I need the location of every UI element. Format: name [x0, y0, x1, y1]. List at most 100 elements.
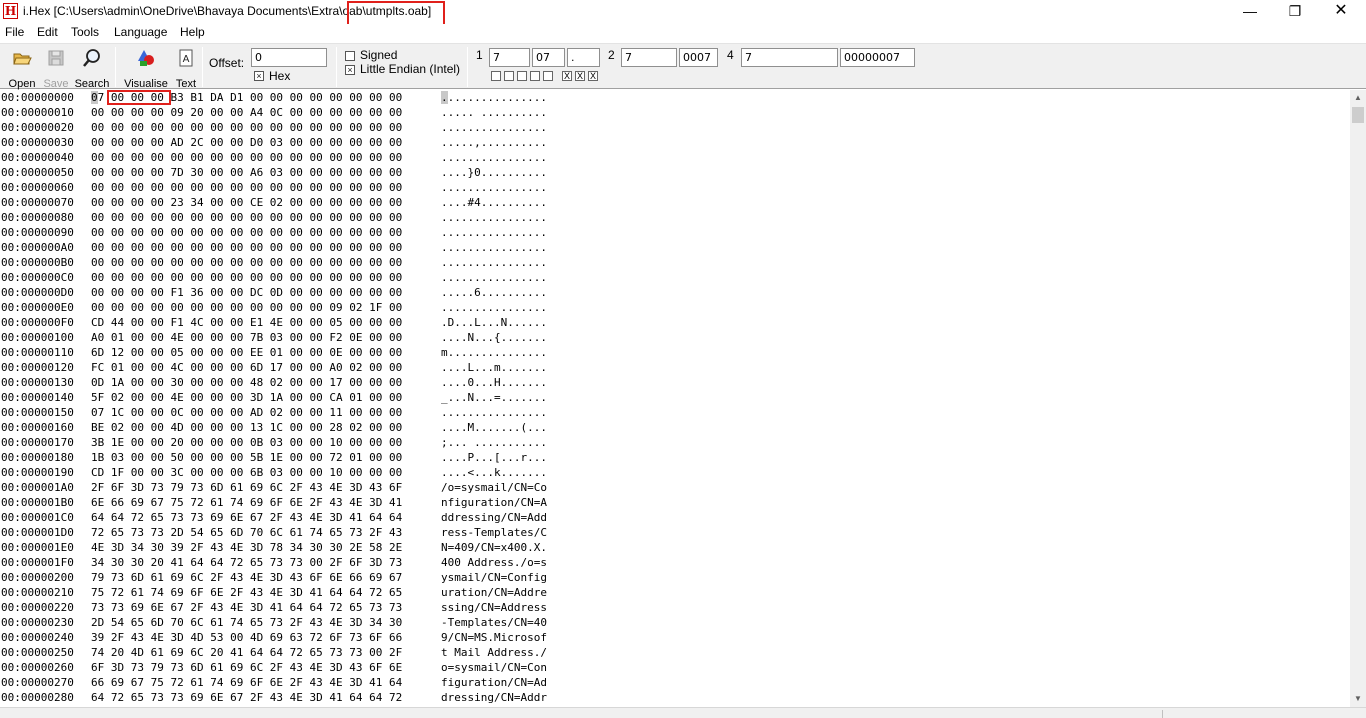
row-ascii: -Templates/CN=40 [441, 616, 547, 629]
row-ascii: ................ [441, 271, 547, 284]
toolbar-separator [115, 47, 116, 87]
app-icon: H [3, 3, 18, 19]
bit-checkbox[interactable] [530, 71, 540, 81]
row-address: 00:000001F0 [1, 556, 74, 569]
bit-checkbox[interactable]: X [588, 71, 598, 81]
visualise-label: Visualise [124, 78, 168, 90]
row-hex-bytes: 00 00 00 00 00 00 00 00 00 00 00 00 00 0… [91, 256, 403, 269]
row-hex-bytes: 79 73 6D 61 69 6C 2F 43 4E 3D 43 6F 6E 6… [91, 571, 403, 584]
row-ascii: ;... ........... [441, 436, 547, 449]
byte-char-field[interactable]: . [567, 48, 600, 67]
row-address: 00:00000240 [1, 631, 74, 644]
row-hex-bytes: 00 00 00 00 00 00 00 00 00 00 00 00 00 0… [91, 241, 403, 254]
scroll-down-icon[interactable]: ▼ [1350, 691, 1366, 707]
bit-checkbox[interactable] [491, 71, 501, 81]
row-address: 00:00000170 [1, 436, 74, 449]
row-hex-bytes: BE 02 00 00 4D 00 00 00 13 1C 00 00 28 0… [91, 421, 403, 434]
byte-size-label: 1 [476, 48, 483, 62]
menu-file[interactable]: File [5, 25, 24, 39]
word-size-label: 2 [608, 48, 615, 62]
menu-edit[interactable]: Edit [37, 25, 58, 39]
hex-checkbox[interactable]: × [254, 71, 264, 81]
row-ascii: .....,.......... [441, 136, 547, 149]
row-address: 00:00000280 [1, 691, 74, 704]
row-ascii: ssing/CN=Address [441, 601, 547, 614]
save-button[interactable]: Save [41, 46, 71, 90]
row-hex-bytes: 2F 6F 3D 73 79 73 6D 61 69 6C 2F 43 4E 3… [91, 481, 403, 494]
row-ascii: .....6.......... [441, 286, 547, 299]
byte-hex-field[interactable]: 07 [532, 48, 565, 67]
little-endian-checkbox[interactable]: × [345, 65, 355, 75]
bit-checkbox[interactable]: X [562, 71, 572, 81]
offset-label: Offset: [209, 56, 245, 70]
word-hex-field[interactable]: 0007 [679, 48, 718, 67]
menu-tools[interactable]: Tools [71, 25, 99, 39]
row-address: 00:000000B0 [1, 256, 74, 269]
bytes-highlight-box [107, 90, 171, 105]
bit-checkbox[interactable]: X [575, 71, 585, 81]
scroll-thumb[interactable] [1352, 107, 1364, 123]
row-address: 00:00000100 [1, 331, 74, 344]
text-button[interactable]: A Text [173, 46, 199, 90]
bit-checkbox[interactable] [504, 71, 514, 81]
offset-input[interactable]: 0 [251, 48, 327, 67]
bit-checkbox[interactable] [517, 71, 527, 81]
save-label: Save [43, 78, 69, 90]
row-hex-bytes: 00 00 00 00 F1 36 00 00 DC 0D 00 00 00 0… [91, 286, 403, 299]
row-hex-bytes: 6D 12 00 00 05 00 00 00 EE 01 00 00 0E 0… [91, 346, 403, 359]
row-ascii: ................ [441, 241, 547, 254]
row-hex-bytes: 34 30 30 20 41 64 64 72 65 73 73 00 2F 6… [91, 556, 403, 569]
row-ascii: ....#4.......... [441, 196, 547, 209]
vertical-scrollbar[interactable]: ▲ ▼ [1350, 90, 1366, 707]
row-ascii: ................ [441, 91, 547, 104]
svg-text:A: A [183, 54, 190, 65]
maximize-button[interactable]: ❐ [1272, 0, 1318, 24]
row-ascii: ..... .......... [441, 106, 547, 119]
scroll-up-icon[interactable]: ▲ [1350, 90, 1366, 106]
open-button[interactable]: Open [4, 46, 40, 90]
row-hex-bytes: A0 01 00 00 4E 00 00 00 7B 03 00 00 F2 0… [91, 331, 403, 344]
row-hex-bytes: 00 00 00 00 00 00 00 00 00 00 00 00 00 0… [91, 151, 403, 164]
byte-decimal-field[interactable]: 7 [489, 48, 530, 67]
toolbar-separator [202, 47, 203, 87]
row-hex-bytes: CD 1F 00 00 3C 00 00 00 6B 03 00 00 10 0… [91, 466, 403, 479]
row-hex-bytes: 00 00 00 00 00 00 00 00 00 00 00 00 00 0… [91, 121, 403, 134]
row-address: 00:00000030 [1, 136, 74, 149]
dword-hex-field[interactable]: 00000007 [840, 48, 915, 67]
row-ascii: ................ [441, 121, 547, 134]
bit-checkbox[interactable] [543, 71, 553, 81]
hex-view[interactable]: 00:00000000 07 00 00 00 B3 B1 DA D1 00 00… [0, 90, 1350, 707]
menu-bar: File Edit Tools Language Help [0, 24, 1366, 43]
row-hex-bytes: 0D 1A 00 00 30 00 00 00 48 02 00 00 17 0… [91, 376, 403, 389]
row-address: 00:00000150 [1, 406, 74, 419]
row-ascii: t Mail Address./ [441, 646, 547, 659]
row-hex-bytes: 1B 03 00 00 50 00 00 00 5B 1E 00 00 72 0… [91, 451, 403, 464]
word-decimal-field[interactable]: 7 [621, 48, 677, 67]
signed-checkbox[interactable] [345, 51, 355, 61]
toolbar: Open Save Search Visualise A Text Offset… [0, 43, 1366, 90]
search-button[interactable]: Search [73, 46, 111, 90]
row-ascii: ................ [441, 226, 547, 239]
visualise-button[interactable]: Visualise [121, 46, 171, 90]
minimize-button[interactable]: — [1227, 0, 1273, 24]
menu-help[interactable]: Help [180, 25, 205, 39]
row-address: 00:00000060 [1, 181, 74, 194]
row-address: 00:00000220 [1, 601, 74, 614]
resize-grip[interactable] [1162, 710, 1366, 718]
row-ascii: figuration/CN=Ad [441, 676, 547, 689]
text-document-icon: A [179, 49, 193, 67]
dword-decimal-field[interactable]: 7 [741, 48, 838, 67]
row-ascii: ................ [441, 301, 547, 314]
row-address: 00:00000180 [1, 451, 74, 464]
row-address: 00:000001A0 [1, 481, 74, 494]
floppy-disk-icon [48, 50, 64, 66]
text-label: Text [175, 78, 197, 90]
row-hex-bytes: 00 00 00 00 23 34 00 00 CE 02 00 00 00 0… [91, 196, 403, 209]
row-ascii: uration/CN=Addre [441, 586, 547, 599]
close-button[interactable]: ✕ [1318, 0, 1364, 24]
row-address: 00:000000F0 [1, 316, 74, 329]
row-ascii: ................ [441, 256, 547, 269]
row-ascii: ................ [441, 211, 547, 224]
menu-language[interactable]: Language [114, 25, 167, 39]
row-address: 00:000000E0 [1, 301, 74, 314]
